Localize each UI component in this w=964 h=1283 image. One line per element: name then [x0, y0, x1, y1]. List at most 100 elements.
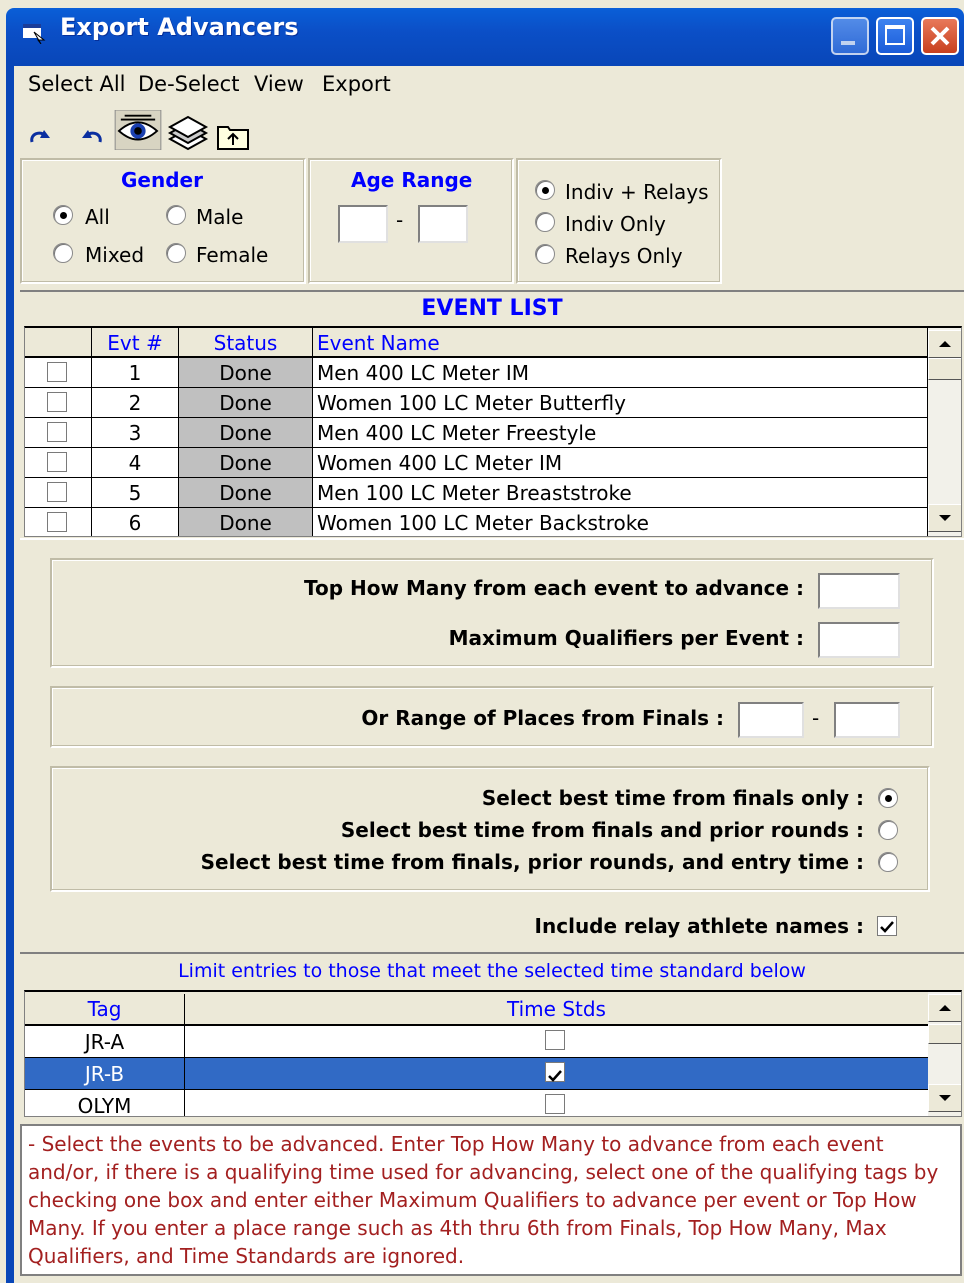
- age-range-separator: -: [396, 208, 404, 232]
- ts-scroll-down-button[interactable]: [928, 1084, 961, 1112]
- place-range-from-input[interactable]: [738, 702, 804, 738]
- time-standards-scrollbar[interactable]: [928, 992, 961, 1116]
- gender-all-radio[interactable]: [53, 205, 73, 225]
- best-time-prior-rounds-radio[interactable]: [878, 820, 898, 840]
- event-list-heading: EVENT LIST: [421, 296, 563, 321]
- maximize-button[interactable]: [876, 17, 914, 55]
- event-row[interactable]: 3 Done Men 400 LC Meter Freestyle: [25, 418, 928, 448]
- time-standard-tag: OLYM: [25, 1090, 185, 1116]
- time-standards-header: Tag Time Stds: [25, 992, 928, 1026]
- undo-icon[interactable]: [74, 118, 106, 158]
- close-button[interactable]: [921, 17, 959, 55]
- arrow-down-icon: [939, 1095, 951, 1101]
- folder-up-icon[interactable]: [216, 116, 250, 156]
- max-qualifiers-input[interactable]: [818, 622, 900, 658]
- time-standard-row[interactable]: OLYM: [25, 1090, 928, 1116]
- time-standard-tag: JR-A: [25, 1026, 185, 1058]
- redo-icon[interactable]: [26, 118, 58, 158]
- event-select-checkbox[interactable]: [47, 482, 67, 502]
- top-how-many-input[interactable]: [818, 573, 900, 609]
- col-header-event-name[interactable]: Event Name: [313, 328, 928, 358]
- gender-mixed-radio[interactable]: [53, 243, 73, 263]
- gender-female-radio[interactable]: [166, 243, 186, 263]
- arrow-up-icon: [939, 1005, 951, 1011]
- event-number: 3: [92, 418, 179, 448]
- relay-names-checkbox[interactable]: [877, 916, 897, 936]
- event-row-check-cell: [25, 508, 92, 536]
- menu-view[interactable]: View: [254, 72, 304, 96]
- time-standard-checkbox[interactable]: [545, 1030, 565, 1050]
- place-range-to-input[interactable]: [834, 702, 900, 738]
- age-from-input[interactable]: [338, 205, 388, 243]
- relays-only-label: Relays Only: [565, 244, 683, 268]
- event-row[interactable]: 6 Done Women 100 LC Meter Backstroke: [25, 508, 928, 536]
- event-list-grid[interactable]: Evt # Status Event Name 1 Done Men 400 LC …: [24, 326, 962, 537]
- col-header-check: [25, 328, 92, 358]
- indiv-relays-radio[interactable]: [535, 180, 555, 200]
- relay-names-label: Include relay athlete names :: [534, 914, 864, 938]
- scroll-up-button[interactable]: [928, 330, 961, 358]
- event-select-checkbox[interactable]: [47, 452, 67, 472]
- gender-male-label: Male: [196, 205, 244, 229]
- check-icon: [880, 921, 894, 933]
- best-time-entry-time-radio[interactable]: [878, 852, 898, 872]
- time-standards-heading: Limit entries to those that meet the sel…: [178, 960, 806, 982]
- time-standard-row[interactable]: JR-A: [25, 1026, 928, 1058]
- menu-de-select[interactable]: De-Select: [138, 72, 239, 96]
- gender-heading: Gender: [121, 168, 203, 192]
- ts-scroll-up-button[interactable]: [928, 994, 961, 1022]
- place-range-label: Or Range of Places from Finals :: [361, 706, 724, 730]
- gender-male-radio[interactable]: [166, 205, 186, 225]
- time-standards-grid[interactable]: Tag Time Stds JR-A JR-B OLYM: [24, 990, 962, 1117]
- event-select-checkbox[interactable]: [47, 422, 67, 442]
- event-list-header: Evt # Status Event Name: [25, 328, 928, 358]
- col-header-status[interactable]: Status: [179, 328, 313, 358]
- scroll-down-button[interactable]: [928, 504, 961, 532]
- layers-icon[interactable]: [166, 114, 210, 154]
- event-row[interactable]: 5 Done Men 100 LC Meter Breaststroke: [25, 478, 928, 508]
- event-row-check-cell: [25, 358, 92, 388]
- event-number: 1: [92, 358, 179, 388]
- col-header-tag[interactable]: Tag: [25, 994, 185, 1024]
- time-standard-check-cell: [185, 1090, 928, 1116]
- time-standard-check-cell: [185, 1058, 928, 1090]
- time-standard-checkbox[interactable]: [545, 1062, 565, 1082]
- event-number: 6: [92, 508, 179, 536]
- event-status: Done: [179, 418, 313, 448]
- event-row-check-cell: [25, 478, 92, 508]
- event-status: Done: [179, 448, 313, 478]
- eye-icon[interactable]: [114, 110, 162, 150]
- advance-count-group: [50, 558, 934, 668]
- minimize-button[interactable]: [831, 17, 869, 55]
- menu-select-all[interactable]: Select All: [28, 72, 126, 96]
- event-row[interactable]: 1 Done Men 400 LC Meter IM: [25, 358, 928, 388]
- col-header-evt[interactable]: Evt #: [92, 328, 179, 358]
- event-row[interactable]: 4 Done Women 400 LC Meter IM: [25, 448, 928, 478]
- relays-only-radio[interactable]: [535, 244, 555, 264]
- event-list-scrollbar[interactable]: [928, 328, 961, 536]
- time-standard-checkbox[interactable]: [545, 1094, 565, 1114]
- event-select-checkbox[interactable]: [47, 512, 67, 532]
- event-name: Women 100 LC Meter Butterfly: [313, 388, 928, 418]
- event-select-checkbox[interactable]: [47, 362, 67, 382]
- best-time-finals-radio[interactable]: [878, 788, 898, 808]
- event-name: Men 100 LC Meter Breaststroke: [313, 478, 928, 508]
- window-frame: [6, 60, 14, 1283]
- ts-scroll-thumb[interactable]: [928, 1024, 961, 1044]
- event-name: Women 100 LC Meter Backstroke: [313, 508, 928, 536]
- event-number: 5: [92, 478, 179, 508]
- arrow-down-icon: [939, 515, 951, 521]
- time-standard-row[interactable]: JR-B: [25, 1058, 928, 1090]
- event-select-checkbox[interactable]: [47, 392, 67, 412]
- gender-mixed-label: Mixed: [85, 243, 145, 267]
- event-row[interactable]: 2 Done Women 100 LC Meter Butterfly: [25, 388, 928, 418]
- indiv-only-label: Indiv Only: [565, 212, 666, 236]
- col-header-time-stds[interactable]: Time Stds: [185, 994, 928, 1024]
- indiv-only-radio[interactable]: [535, 212, 555, 232]
- event-status: Done: [179, 478, 313, 508]
- help-text: - Select the events to be advanced. Ente…: [20, 1124, 962, 1276]
- age-to-input[interactable]: [418, 205, 468, 243]
- scroll-thumb[interactable]: [928, 358, 961, 380]
- menu-export[interactable]: Export: [322, 72, 391, 96]
- top-how-many-label: Top How Many from each event to advance …: [304, 576, 804, 600]
